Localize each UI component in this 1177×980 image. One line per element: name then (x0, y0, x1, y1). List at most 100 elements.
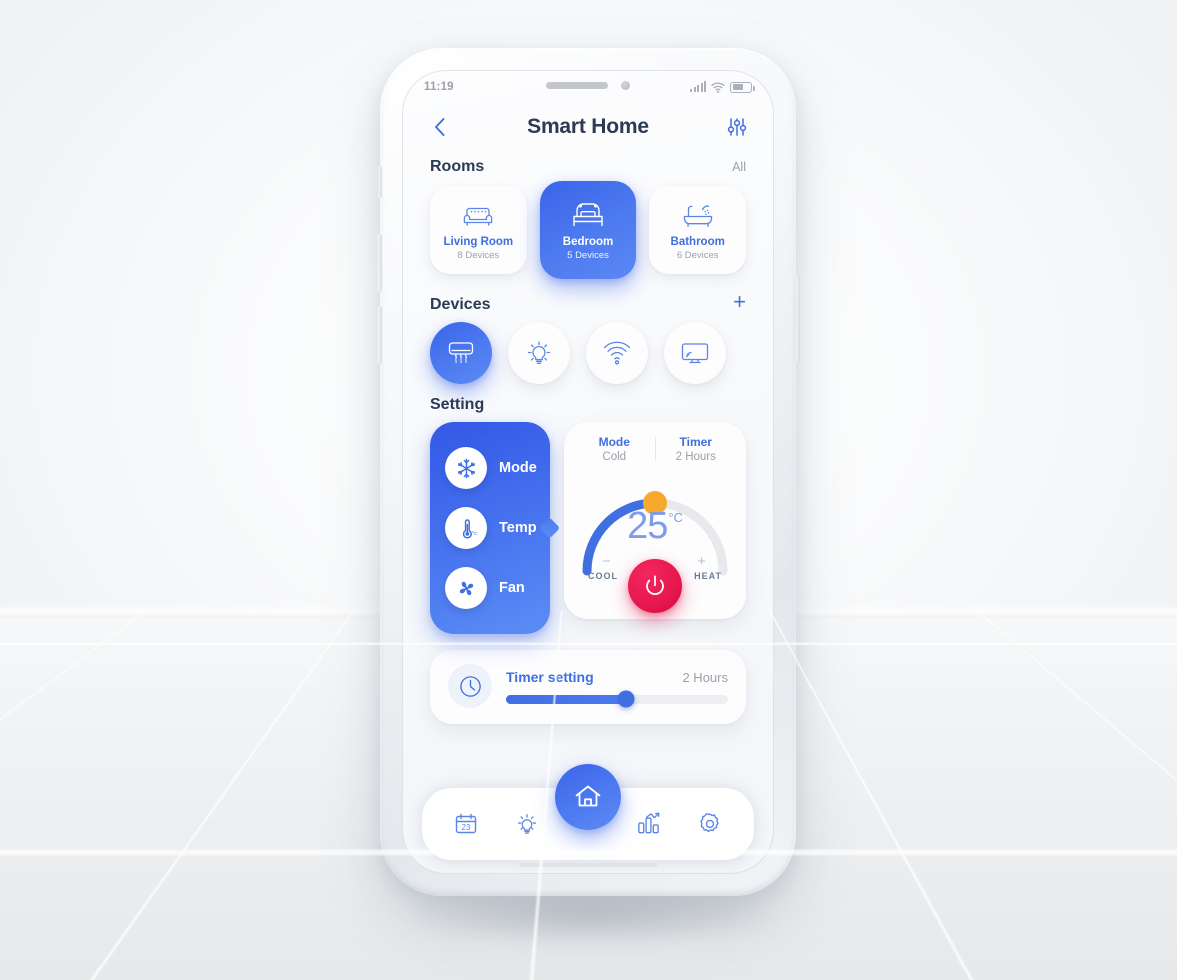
device-button-air-conditioner[interactable] (430, 322, 492, 384)
calendar-day-number: 23 (462, 823, 471, 832)
heat-label: HEAT (694, 571, 722, 581)
mode-row-mode[interactable]: Mode (430, 438, 550, 498)
lightbulb-icon (527, 341, 551, 364)
timer-body: Timer setting 2 Hours (506, 669, 728, 708)
thermostat-mode-key: Mode (598, 435, 630, 449)
thermostat-timer-value: 2 Hours (675, 451, 716, 463)
devices-section-header: Devices + (402, 291, 774, 314)
fan-icon (445, 567, 487, 609)
clock-icon (448, 664, 492, 708)
thermostat-timer-key: Timer (679, 435, 712, 449)
room-name: Bathroom (670, 236, 725, 248)
chevron-left-icon (434, 118, 444, 136)
battery-fill (732, 84, 744, 90)
bar-chart-icon (638, 812, 660, 834)
phone-screen: 11:19 Smart Home Rooms All Living Room 8… (402, 70, 774, 874)
temperature-value: 25 (627, 505, 668, 547)
calendar-icon: 23 (456, 813, 477, 834)
wifi-router-icon (603, 341, 631, 365)
status-icons (690, 81, 755, 93)
sliders-icon (727, 118, 747, 136)
timer-slider[interactable] (506, 690, 728, 708)
power-side-button[interactable] (794, 276, 800, 362)
timer-top-row: Timer setting 2 Hours (506, 669, 728, 685)
thermostat-timer-stat[interactable]: Timer 2 Hours (656, 435, 737, 463)
status-bar: 11:19 (402, 70, 774, 104)
timer-setting-label: Timer setting (506, 668, 594, 685)
thermostat-mode-stat[interactable]: Mode Cold (574, 435, 655, 463)
temperature-readout: 25 °C (627, 507, 683, 545)
thermometer-icon: °c (445, 507, 487, 549)
decrease-temperature-button[interactable]: − (602, 553, 611, 570)
thermostat-card: Mode Cold Timer 2 Hours 25 °C − + COOL H… (564, 422, 746, 619)
devices-title: Devices (430, 296, 491, 313)
temperature-gauge[interactable]: 25 °C − + COOL HEAT (574, 467, 736, 613)
mode-label: Mode (499, 460, 537, 476)
power-icon (646, 575, 664, 596)
rooms-list: Living Room 8 Devices Bedroom 5 Devices … (402, 176, 774, 279)
nav-item-settings[interactable] (690, 804, 730, 844)
air-conditioner-icon (448, 342, 474, 364)
nav-item-lights[interactable] (507, 804, 547, 844)
mode-panel: Mode °c Temp Fan (430, 422, 550, 634)
rooms-title: Rooms (430, 158, 485, 175)
power-button[interactable] (628, 559, 682, 613)
silent-switch-button[interactable] (377, 166, 382, 198)
timer-setting-card: Timer setting 2 Hours (430, 650, 746, 724)
timer-slider-thumb[interactable] (617, 690, 635, 708)
smart-tv-icon (681, 343, 709, 364)
filter-button[interactable] (724, 114, 750, 140)
home-icon (575, 785, 601, 807)
room-card-living-room[interactable]: Living Room 8 Devices (430, 186, 527, 274)
devices-list (402, 314, 774, 384)
sofa-icon (461, 199, 495, 229)
room-card-bedroom[interactable]: Bedroom 5 Devices (539, 181, 637, 279)
mode-row-temp[interactable]: °c Temp (430, 498, 550, 558)
mode-row-fan[interactable]: Fan (430, 558, 550, 618)
volume-down-button[interactable] (376, 306, 382, 364)
setting-area: Mode °c Temp Fan Mode Cold Timer 2 Hours… (402, 414, 774, 634)
wifi-icon (711, 81, 725, 93)
room-card-bathroom[interactable]: Bathroom 6 Devices (649, 186, 747, 274)
rooms-section-header: Rooms All (402, 158, 774, 176)
back-button[interactable] (426, 114, 452, 140)
status-time: 11:19 (424, 81, 454, 93)
device-button-light[interactable] (508, 322, 570, 384)
room-name: Bedroom (562, 236, 614, 248)
setting-section-header: Setting (402, 396, 774, 414)
volume-up-button[interactable] (376, 234, 382, 292)
nav-item-calendar[interactable]: 23 (446, 804, 486, 844)
mode-label: Fan (499, 580, 525, 596)
device-button-tv[interactable] (664, 322, 726, 384)
room-device-count: 5 Devices (567, 250, 609, 261)
lightbulb-idea-icon (518, 814, 537, 834)
svg-text:°c: °c (471, 531, 476, 537)
bed-icon (570, 199, 606, 229)
increase-temperature-button[interactable]: + (697, 553, 706, 570)
timer-slider-fill (506, 694, 626, 704)
bathtub-icon (681, 199, 715, 229)
page-title: Smart Home (527, 115, 649, 138)
add-device-button[interactable]: + (733, 291, 746, 313)
front-camera-icon (621, 81, 630, 90)
room-device-count: 8 Devices (457, 250, 500, 261)
phone-frame: 11:19 Smart Home Rooms All Living Room 8… (376, 48, 800, 896)
mode-label: Temp (499, 520, 537, 536)
snowflake-icon (445, 447, 487, 489)
nav-item-home[interactable] (555, 764, 621, 830)
setting-title: Setting (430, 396, 485, 413)
thermostat-mode-value: Cold (602, 451, 627, 463)
nav-item-statistics[interactable] (629, 804, 669, 844)
signal-bars-icon (690, 81, 706, 92)
cool-label: COOL (588, 571, 618, 581)
device-button-wifi[interactable] (586, 322, 648, 384)
temperature-unit: °C (668, 510, 683, 525)
rooms-all-link[interactable]: All (732, 160, 746, 174)
room-name: Living Room (443, 236, 514, 248)
thermostat-header: Mode Cold Timer 2 Hours (574, 435, 736, 463)
app-header: Smart Home (402, 104, 774, 146)
gear-icon (699, 813, 719, 833)
room-device-count: 6 Devices (676, 250, 719, 261)
home-indicator (519, 863, 657, 867)
speaker-grille (546, 82, 608, 89)
